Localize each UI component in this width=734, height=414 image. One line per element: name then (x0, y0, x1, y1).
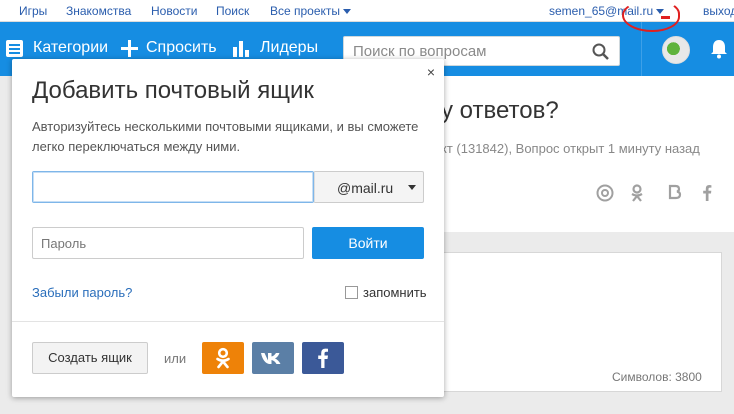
nav-leaders[interactable]: Лидеры (260, 39, 318, 57)
red-annotation-mark (661, 16, 670, 19)
plus-icon (121, 40, 138, 57)
nav-categories[interactable]: Категории (33, 39, 108, 57)
avatar[interactable] (662, 36, 690, 64)
odnoklassniki-login-button[interactable] (202, 342, 244, 374)
dialog-divider (12, 321, 444, 322)
all-projects-menu[interactable]: Все проекты (270, 4, 352, 18)
create-mailbox-button[interactable]: Создать ящик (32, 342, 148, 374)
char-counter: Символов: 3800 (612, 370, 702, 384)
add-mailbox-dialog: × Добавить почтовый ящик Авторизуйтесь н… (12, 59, 444, 397)
grid-icon (6, 40, 23, 57)
dialog-title: Добавить почтовый ящик (32, 77, 314, 104)
remember-checkbox[interactable]: запомнить (345, 285, 427, 300)
odnoklassniki-icon (216, 347, 230, 369)
topbar-link-games[interactable]: Игры (19, 4, 47, 18)
email-login-input[interactable] (32, 171, 314, 203)
search-icon[interactable] (592, 43, 609, 60)
vk-login-button[interactable] (252, 342, 294, 374)
dialog-description: Авторизуйтесь несколькими почтовыми ящик… (32, 119, 419, 154)
topbar-link-news[interactable]: Новости (151, 4, 197, 18)
remember-label: запомнить (363, 285, 427, 300)
email-share-icon[interactable] (596, 184, 614, 202)
question-title: у ответов? (441, 97, 559, 124)
vk-icon (261, 353, 281, 364)
facebook-icon (318, 348, 328, 368)
logout-link[interactable]: выход (703, 4, 734, 18)
vk-share-icon[interactable] (668, 184, 682, 200)
nav-ask[interactable]: Спросить (146, 39, 217, 57)
all-projects-label: Все проекты (270, 4, 341, 18)
checkbox-box[interactable] (345, 286, 358, 299)
odnoklassniki-share-icon[interactable] (629, 184, 645, 202)
facebook-share-icon[interactable] (702, 184, 712, 201)
forgot-password-link[interactable]: Забыли пароль? (32, 285, 132, 300)
chevron-down-icon (343, 9, 352, 15)
domain-select[interactable]: @mail.ru (314, 171, 424, 203)
chevron-down-icon (408, 185, 416, 190)
domain-value: @mail.ru (337, 180, 394, 196)
red-annotation-circle (622, 0, 680, 32)
or-label: или (164, 351, 187, 366)
topbar-link-search[interactable]: Поиск (216, 4, 249, 18)
bell-icon[interactable] (710, 39, 728, 59)
bar-chart-icon (233, 41, 249, 57)
facebook-login-button[interactable] (302, 342, 344, 374)
close-icon[interactable]: × (424, 65, 438, 79)
question-meta: кт (131842), Вопрос открыт 1 минуту наза… (441, 141, 700, 156)
login-button[interactable]: Войти (312, 227, 424, 259)
password-input[interactable] (32, 227, 304, 259)
topbar-link-dating[interactable]: Знакомства (66, 4, 131, 18)
